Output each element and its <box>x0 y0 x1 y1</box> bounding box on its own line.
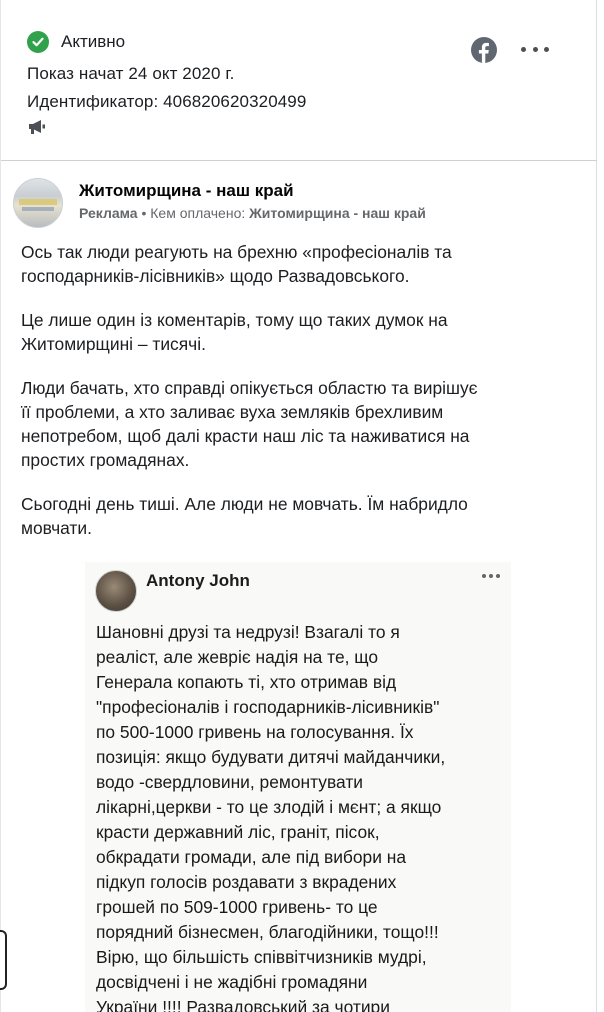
page-avatar[interactable] <box>13 178 63 228</box>
paid-by-name[interactable]: Житомирщина - наш край <box>249 205 426 221</box>
status-row: Активно <box>27 31 125 53</box>
paid-by-label: Кем оплачено: <box>150 205 246 221</box>
post-paragraph: Ось так люди реагують на брехню «професі… <box>21 242 452 286</box>
post-paragraph: Люди бачать, хто справді опікується обла… <box>21 378 478 470</box>
post-paragraph: Це лише один із коментарів, тому що таки… <box>21 310 448 354</box>
ad-card: Активно Показ начат 24 окт 2020 г. Идент… <box>0 0 597 1012</box>
ad-info-header: Активно Показ начат 24 окт 2020 г. Идент… <box>1 0 597 161</box>
check-icon <box>27 31 49 53</box>
comment-text: Шановні друзі та недрузі! Взагалі то я р… <box>96 622 446 1012</box>
page-name[interactable]: Житомирщина - наш край <box>79 181 294 201</box>
comment-author-avatar <box>95 570 137 612</box>
embedded-comment-image[interactable]: Antony John Шановні друзі та недрузі! Вз… <box>85 562 511 1012</box>
post-text: Ось так люди реагують на брехню «професі… <box>21 240 587 560</box>
status-text: Активно <box>61 32 126 51</box>
ad-identifier: Идентификатор: 406820620320499 <box>27 92 307 111</box>
more-options-icon[interactable] <box>521 42 549 56</box>
post-paragraph: Сьогодні день тиші. Але люди не мовчать.… <box>21 494 468 538</box>
comment-author-name: Antony John <box>146 571 250 590</box>
sponsored-label: Реклама <box>79 205 138 221</box>
megaphone-icon <box>27 118 47 136</box>
sponsor-line: Реклама • Кем оплачено: Житомирщина - на… <box>79 205 426 221</box>
dot-separator: • <box>141 205 151 221</box>
comment-more-icon <box>482 574 500 580</box>
facebook-icon[interactable] <box>471 37 497 63</box>
post-header: Житомирщина - наш край Реклама • Кем опл… <box>13 176 593 228</box>
scroll-handle[interactable] <box>0 930 7 990</box>
start-date: Показ начат 24 окт 2020 г. <box>27 64 235 83</box>
